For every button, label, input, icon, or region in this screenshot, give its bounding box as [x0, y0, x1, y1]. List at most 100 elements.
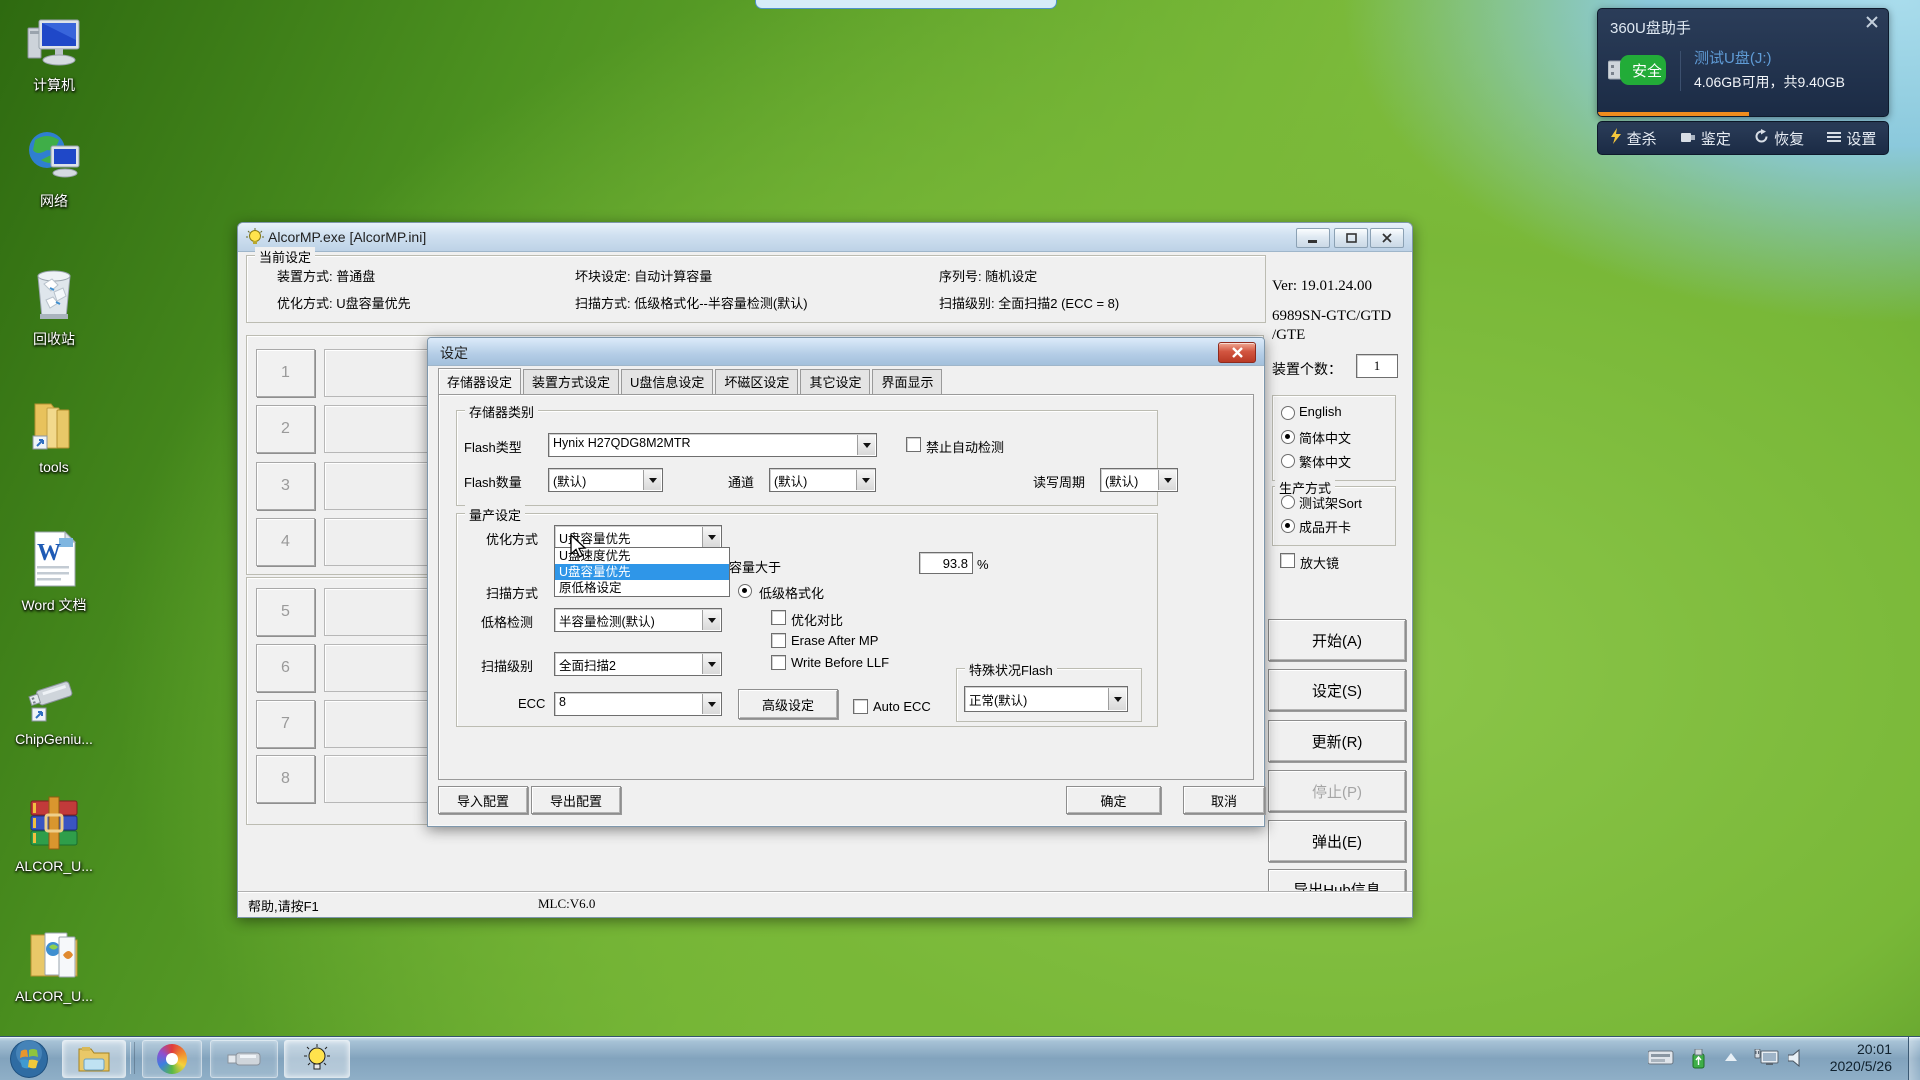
- desktop-icon-word-doc[interactable]: W Word 文档: [8, 530, 100, 615]
- flash-count-combobox[interactable]: (默认): [548, 468, 663, 492]
- export-config-button[interactable]: 导出配置: [531, 786, 621, 814]
- advanced-settings-button[interactable]: 高级设定: [738, 689, 838, 719]
- stop-button[interactable]: 停止(P): [1268, 770, 1406, 812]
- action-settings[interactable]: 设置: [1827, 128, 1876, 149]
- chevron-down-icon[interactable]: [856, 470, 874, 490]
- action-identify[interactable]: 鉴定: [1680, 128, 1731, 149]
- dropdown-option-speed-first[interactable]: U盘速度优先: [555, 548, 729, 564]
- port-button-4[interactable]: 4: [256, 518, 315, 566]
- optimize-compare-checkbox[interactable]: [771, 610, 786, 625]
- port-button-2[interactable]: 2: [256, 405, 315, 453]
- special-flash-combobox[interactable]: 正常(默认): [964, 686, 1128, 712]
- close-button[interactable]: [1370, 228, 1404, 248]
- desktop: 计算机 网络 回收站 tools W Word 文档 ChipGeniu... …: [0, 0, 1920, 1080]
- ecc-combobox[interactable]: 8: [554, 692, 722, 716]
- channel-combobox[interactable]: (默认): [769, 468, 876, 492]
- radio-simplified-chinese[interactable]: [1281, 430, 1295, 444]
- desktop-icon-tools[interactable]: tools: [8, 396, 100, 475]
- production-mode-group: 生产方式 测试架Sort 成品开卡: [1272, 486, 1396, 546]
- tab-ui-display[interactable]: 界面显示: [872, 369, 942, 394]
- start-button[interactable]: 开始(A): [1268, 619, 1406, 661]
- minimize-button[interactable]: [1296, 228, 1330, 248]
- tray-network-icon[interactable]: [1753, 1049, 1779, 1073]
- taskbar-alcormp-button[interactable]: [284, 1040, 350, 1078]
- refresh-button[interactable]: 更新(R): [1268, 720, 1406, 762]
- lightning-icon: [1610, 128, 1622, 148]
- tray-usb-icon[interactable]: [1690, 1049, 1707, 1074]
- tray-hidden-icons-arrow[interactable]: [1725, 1053, 1737, 1061]
- radio-traditional-chinese[interactable]: [1281, 454, 1295, 468]
- port-button-7[interactable]: 7: [256, 700, 315, 748]
- divider: [1680, 51, 1681, 91]
- chevron-down-icon[interactable]: [702, 610, 720, 630]
- dialog-close-button[interactable]: [1218, 342, 1256, 363]
- desktop-icon-network[interactable]: 网络: [8, 126, 100, 211]
- start-button[interactable]: [8, 1038, 50, 1080]
- top-toolbar-stub[interactable]: [755, 0, 1057, 9]
- tray-keyboard-icon[interactable]: [1648, 1049, 1674, 1071]
- chevron-down-icon[interactable]: [1158, 470, 1176, 490]
- desktop-icon-chipgenius[interactable]: ChipGeniu...: [8, 668, 100, 747]
- refresh-icon: [1754, 129, 1769, 148]
- desktop-icon-alcor-rar[interactable]: ALCOR_U...: [8, 795, 100, 874]
- flash-type-combobox[interactable]: Hynix H27QDG8M2MTR: [548, 433, 877, 457]
- chevron-down-icon[interactable]: [643, 470, 661, 490]
- maximize-button[interactable]: [1334, 228, 1368, 248]
- erase-after-mp-checkbox[interactable]: [771, 633, 786, 648]
- taskbar-clock[interactable]: 20:01 2020/5/26: [1830, 1041, 1892, 1075]
- device-count-field[interactable]: 1: [1356, 354, 1398, 378]
- write-before-llf-checkbox[interactable]: [771, 655, 786, 670]
- chevron-down-icon[interactable]: [702, 527, 720, 547]
- ok-button[interactable]: 确定: [1066, 786, 1161, 814]
- llf-radio[interactable]: [738, 584, 752, 598]
- action-recover[interactable]: 恢复: [1754, 128, 1804, 149]
- port-button-8[interactable]: 8: [256, 755, 315, 803]
- radio-test-rack-sort[interactable]: [1281, 495, 1295, 509]
- action-recover-label: 恢复: [1774, 128, 1804, 149]
- tab-device-mode-settings[interactable]: 装置方式设定: [523, 369, 619, 394]
- action-scan[interactable]: 查杀: [1610, 128, 1657, 149]
- capacity-percent-field[interactable]: 93.8: [919, 552, 973, 574]
- radio-english[interactable]: [1281, 406, 1295, 420]
- eject-button[interactable]: 弹出(E): [1268, 820, 1406, 862]
- scan-level-combobox[interactable]: 全面扫描2: [554, 652, 722, 676]
- tab-usb-info-settings[interactable]: U盘信息设定: [621, 369, 713, 394]
- port-button-5[interactable]: 5: [256, 588, 315, 636]
- alcormp-titlebar[interactable]: AlcorMP.exe [AlcorMP.ini]: [238, 223, 1412, 252]
- dropdown-option-original-llf[interactable]: 原低格设定: [555, 580, 729, 596]
- chevron-down-icon[interactable]: [702, 654, 720, 674]
- settings-dialog-titlebar[interactable]: 设定: [428, 338, 1264, 366]
- port-button-1[interactable]: 1: [256, 349, 315, 397]
- optimize-mode-combobox[interactable]: U盘容量优先: [554, 525, 722, 549]
- rw-cycle-combobox[interactable]: (默认): [1100, 468, 1178, 492]
- disable-autodetect-checkbox[interactable]: [906, 437, 921, 452]
- radio-finished-card[interactable]: [1281, 519, 1295, 533]
- dropdown-option-capacity-first[interactable]: U盘容量优先: [555, 564, 729, 580]
- chevron-down-icon[interactable]: [1108, 688, 1126, 710]
- desktop-icon-alcor-folder[interactable]: ALCOR_U...: [8, 925, 100, 1004]
- tray-volume-icon[interactable]: [1788, 1049, 1805, 1072]
- auto-ecc-checkbox[interactable]: [853, 699, 868, 714]
- special-flash-value: 正常(默认): [969, 690, 1027, 709]
- magnifier-checkbox[interactable]: [1280, 553, 1295, 568]
- taskbar-browser-button[interactable]: [142, 1040, 202, 1078]
- port-button-3[interactable]: 3: [256, 462, 315, 510]
- show-desktop-button[interactable]: [1908, 1037, 1920, 1080]
- tab-storage-settings[interactable]: 存储器设定: [438, 368, 521, 395]
- lowformat-check-label: 低格检测: [481, 612, 533, 631]
- import-config-button[interactable]: 导入配置: [438, 786, 528, 814]
- desktop-icon-label: 回收站: [8, 329, 100, 349]
- taskbar-usb-tool-button[interactable]: [210, 1040, 278, 1078]
- port-button-6[interactable]: 6: [256, 644, 315, 692]
- desktop-icon-computer[interactable]: 计算机: [8, 16, 100, 95]
- tab-bad-sector-settings[interactable]: 坏磁区设定: [715, 369, 798, 394]
- widget-close-icon[interactable]: [1866, 15, 1878, 33]
- desktop-icon-recycle-bin[interactable]: 回收站: [8, 262, 100, 349]
- chevron-down-icon[interactable]: [857, 435, 875, 455]
- tab-other-settings[interactable]: 其它设定: [800, 369, 870, 394]
- taskbar-explorer-button[interactable]: [62, 1040, 126, 1078]
- chevron-down-icon[interactable]: [702, 694, 720, 714]
- lowformat-check-combobox[interactable]: 半容量检测(默认): [554, 608, 722, 632]
- settings-button[interactable]: 设定(S): [1268, 669, 1406, 711]
- cancel-button[interactable]: 取消: [1183, 786, 1265, 814]
